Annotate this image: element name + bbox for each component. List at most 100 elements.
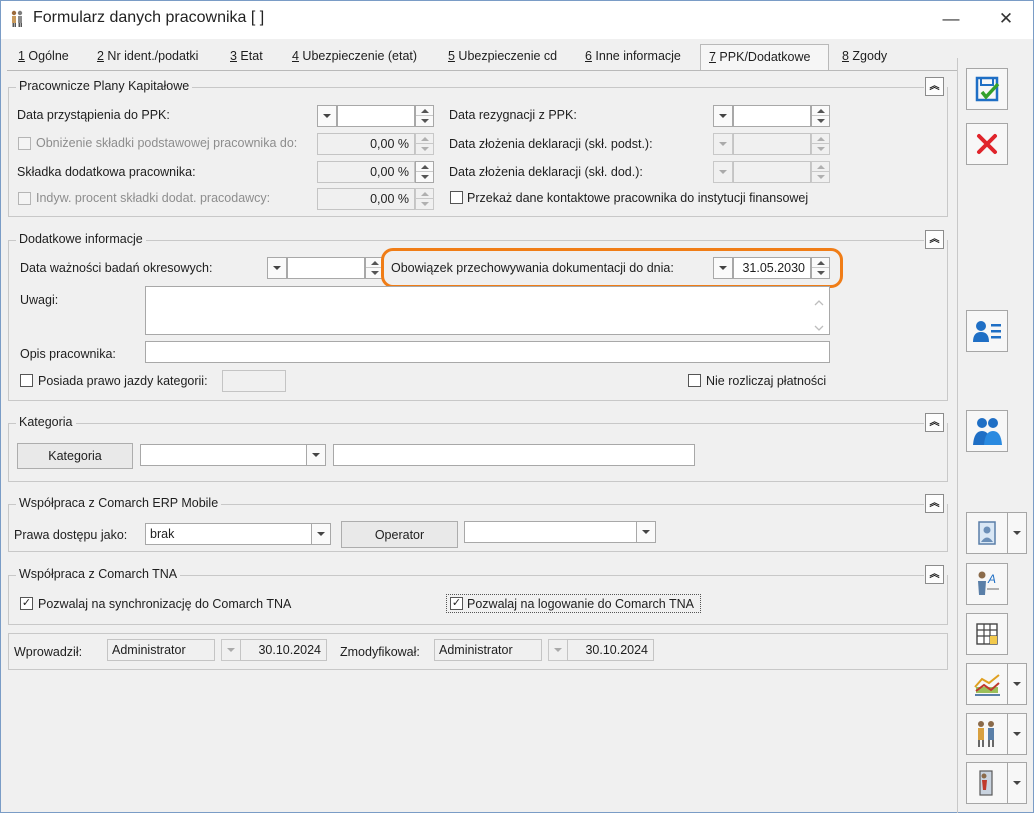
ppk-reduce-spinner[interactable]	[415, 133, 434, 155]
exit-dropdown[interactable]	[1008, 762, 1027, 804]
medical-date-input[interactable]	[287, 257, 365, 279]
modified-date-dropdown	[548, 639, 568, 661]
scroll-up-icon[interactable]	[814, 295, 824, 306]
access-rights-select[interactable]: brak	[145, 523, 312, 545]
notes-textarea[interactable]	[145, 286, 830, 335]
operator-button[interactable]: Operator	[341, 521, 458, 548]
ppk-indiv-label: Indyw. procent składki dodat. pracodawcy…	[36, 191, 271, 205]
ppk-join-date-spinner[interactable]	[415, 105, 434, 127]
photo-dropdown[interactable]	[1008, 512, 1027, 554]
additional-collapse-button[interactable]: ︽	[925, 230, 944, 249]
chevron-down-icon	[1013, 531, 1021, 535]
family-icon	[978, 721, 994, 747]
retention-date-spinner[interactable]	[811, 257, 830, 279]
tab-nr-ident[interactable]: 2 Nr ident./podatki	[89, 44, 206, 70]
medical-date-dropdown[interactable]	[267, 257, 287, 279]
ppk-decl-basic-label: Data złożenia deklaracji (skł. podst.):	[449, 137, 653, 151]
notes-label: Uwagi:	[20, 293, 59, 307]
chevron-down-icon	[273, 266, 281, 270]
tna-collapse-button[interactable]: ︽	[925, 565, 944, 584]
tab-ppk-dodatkowe[interactable]: 7 PPK/Dodatkowe	[700, 44, 829, 71]
people-button[interactable]	[966, 410, 1008, 452]
ppk-contact-label: Przekaż dane kontaktowe pracownika do in…	[467, 191, 809, 205]
family-dropdown[interactable]	[1008, 713, 1027, 755]
photo-button[interactable]	[966, 512, 1008, 554]
operator-dropdown[interactable]	[636, 521, 656, 543]
category-select-dropdown[interactable]	[306, 444, 326, 466]
category-select[interactable]	[140, 444, 307, 466]
exit-icon	[979, 770, 993, 796]
tab-etat[interactable]: 3 Etat	[222, 44, 271, 70]
retention-date-input[interactable]: 31.05.2030	[733, 257, 811, 279]
no-payments-checkbox[interactable]	[688, 374, 701, 387]
employee-desc-input[interactable]	[145, 341, 830, 363]
ppk-extra-spinner[interactable]	[415, 161, 434, 183]
notes-scrollbar[interactable]	[810, 288, 828, 333]
ppk-decl-extra-input[interactable]	[733, 161, 811, 183]
tab-ubezpieczenie-etat[interactable]: 4 Ubezpieczenie (etat)	[284, 44, 425, 70]
table-button[interactable]	[966, 613, 1008, 655]
tab-zgody[interactable]: 8 Zgody	[834, 44, 895, 70]
ppk-join-date-input[interactable]	[337, 105, 415, 127]
ppk-reduce-checkbox[interactable]	[18, 137, 31, 150]
tna-sync-label: Pozwalaj na synchronizację do Comarch TN…	[38, 597, 292, 611]
tab-panel-border	[7, 70, 957, 71]
employee-card-button[interactable]	[966, 310, 1008, 352]
entered-by-field: Administrator	[107, 639, 215, 661]
access-rights-dropdown[interactable]	[311, 523, 331, 545]
chart-dropdown[interactable]	[1008, 663, 1027, 705]
ppk-resign-spinner[interactable]	[811, 105, 830, 127]
ppk-extra-input[interactable]: 0,00 %	[317, 161, 415, 183]
operator-select[interactable]	[464, 521, 637, 543]
additional-group-title: Dodatkowe informacje	[16, 232, 146, 246]
ppk-indiv-input[interactable]: 0,00 %	[317, 188, 415, 210]
cancel-icon	[977, 134, 997, 154]
ppk-join-date-dropdown[interactable]	[317, 105, 337, 127]
chart-icon	[974, 674, 1000, 696]
license-checkbox[interactable]	[20, 374, 33, 387]
no-payments-label: Nie rozliczaj płatności	[706, 374, 827, 388]
ppk-decl-extra-spinner[interactable]	[811, 161, 830, 183]
cancel-button[interactable]	[966, 123, 1008, 165]
ppk-resign-input[interactable]	[733, 105, 811, 127]
ppk-decl-basic-spinner[interactable]	[811, 133, 830, 155]
ppk-extra-label: Składka dodatkowa pracownika:	[17, 165, 196, 179]
license-input[interactable]	[222, 370, 286, 392]
ppk-decl-basic-dropdown[interactable]	[713, 133, 733, 155]
ppk-indiv-checkbox[interactable]	[18, 192, 31, 205]
attribute-button[interactable]: A	[966, 563, 1008, 605]
retention-date-dropdown[interactable]	[713, 257, 733, 279]
ppk-contact-checkbox[interactable]	[450, 191, 463, 204]
tab-ubezpieczenie-cd[interactable]: 5 Ubezpieczenie cd	[440, 44, 565, 70]
family-button[interactable]	[966, 713, 1008, 755]
save-button[interactable]	[966, 68, 1008, 110]
ppk-collapse-button[interactable]: ︽	[925, 77, 944, 96]
license-label: Posiada prawo jazdy kategorii:	[38, 374, 208, 388]
ppk-decl-basic-input[interactable]	[733, 133, 811, 155]
mobile-collapse-button[interactable]: ︽	[925, 494, 944, 513]
close-button[interactable]: ✕	[983, 6, 1029, 32]
category-desc-input[interactable]	[333, 444, 695, 466]
tab-inne-informacje[interactable]: 6 Inne informacje	[577, 44, 689, 70]
medical-date-label: Data ważności badań okresowych:	[20, 261, 213, 275]
category-collapse-button[interactable]: ︽	[925, 413, 944, 432]
tab-ogolne[interactable]: 1 Ogólne	[10, 44, 77, 70]
app-icon	[9, 10, 25, 28]
ppk-decl-extra-dropdown[interactable]	[713, 161, 733, 183]
ppk-indiv-spinner[interactable]	[415, 188, 434, 210]
exit-button[interactable]	[966, 762, 1008, 804]
tna-login-checkbox[interactable]: ✓	[450, 597, 463, 610]
window-title: Formularz danych pracownika [ ]	[33, 9, 265, 26]
tna-sync-checkbox[interactable]: ✓	[20, 597, 33, 610]
minimize-button[interactable]: —	[928, 6, 974, 32]
tna-group-title: Współpraca z Comarch TNA	[16, 567, 181, 581]
category-button[interactable]: Kategoria	[17, 443, 133, 469]
chevron-down-icon	[317, 532, 325, 536]
ppk-reduce-input[interactable]: 0,00 %	[317, 133, 415, 155]
toolbar-separator	[957, 58, 958, 813]
chevron-down-icon	[719, 114, 727, 118]
ppk-resign-dropdown[interactable]	[713, 105, 733, 127]
chart-button[interactable]	[966, 663, 1008, 705]
scroll-down-icon[interactable]	[814, 320, 824, 331]
photo-icon	[978, 521, 996, 545]
